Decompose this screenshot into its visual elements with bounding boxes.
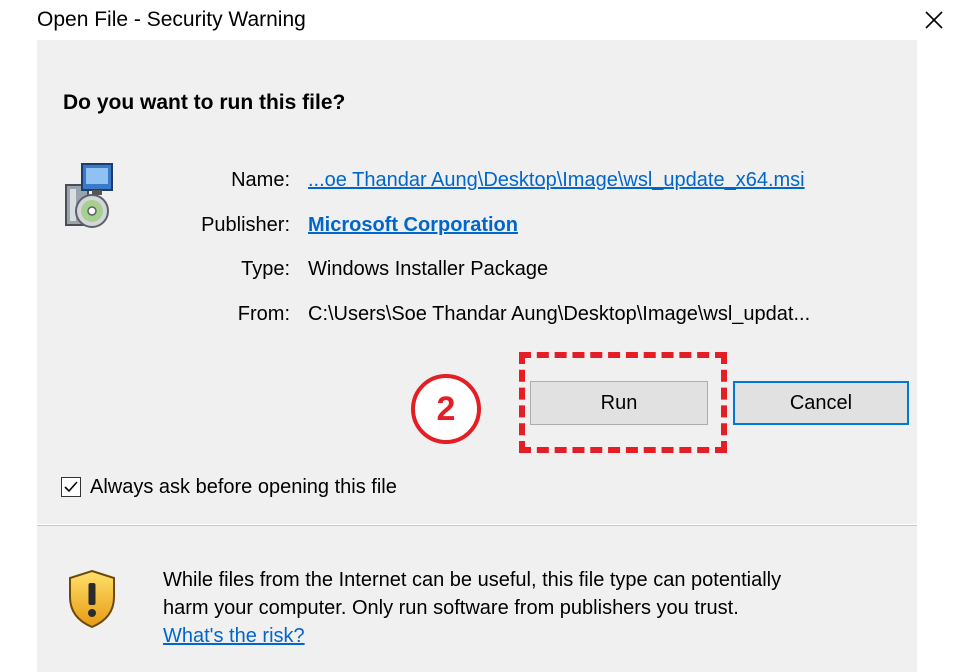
step-number-badge: 2 (411, 374, 481, 444)
close-icon (925, 11, 943, 29)
type-label: Type: (241, 258, 290, 280)
warning-message: While files from the Internet can be use… (163, 566, 913, 650)
file-name-link[interactable]: ...oe Thandar Aung\Desktop\Image\wsl_upd… (308, 169, 805, 192)
warning-line-1: While files from the Internet can be use… (163, 569, 782, 591)
always-ask-label: Always ask before opening this file (90, 476, 397, 498)
title-bar: Open File - Security Warning (0, 0, 954, 40)
always-ask-checkbox[interactable] (61, 477, 81, 497)
publisher-label: Publisher: (201, 214, 290, 236)
run-button[interactable]: Run (530, 381, 708, 425)
from-label: From: (237, 303, 290, 325)
close-button[interactable] (910, 0, 954, 40)
cancel-button[interactable]: Cancel (733, 381, 909, 425)
whats-the-risk-link[interactable]: What's the risk? (163, 625, 305, 647)
security-shield-icon (66, 569, 118, 629)
type-value: Windows Installer Package (308, 258, 549, 280)
window-title: Open File - Security Warning (37, 8, 306, 31)
name-label: Name: (231, 169, 290, 191)
dialog-question: Do you want to run this file? (63, 91, 346, 114)
publisher-link[interactable]: Microsoft Corporation (308, 214, 518, 237)
from-value: C:\Users\Soe Thandar Aung\Desktop\Image\… (308, 303, 811, 325)
checkmark-icon (64, 481, 78, 493)
warning-line-2: harm your computer. Only run software fr… (163, 597, 739, 619)
